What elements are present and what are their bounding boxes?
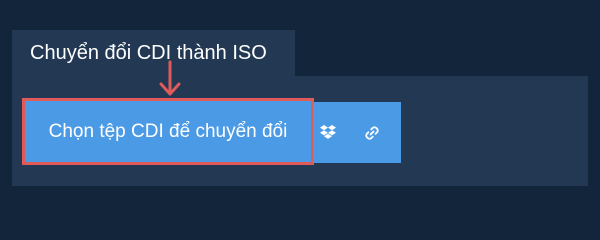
link-icon: [365, 125, 379, 140]
converter-tab: Chuyển đổi CDI thành ISO: [12, 30, 295, 76]
url-link-button[interactable]: [343, 102, 401, 163]
dropbox-icon: [320, 124, 336, 139]
arrow-down-icon: [159, 60, 181, 96]
choose-file-label: Chọn tệp CDI để chuyển đổi: [48, 121, 288, 142]
choose-file-button[interactable]: Chọn tệp CDI để chuyển đổi: [25, 101, 311, 162]
tab-title: Chuyển đổi CDI thành ISO: [30, 42, 267, 64]
dropbox-button[interactable]: [313, 102, 343, 163]
